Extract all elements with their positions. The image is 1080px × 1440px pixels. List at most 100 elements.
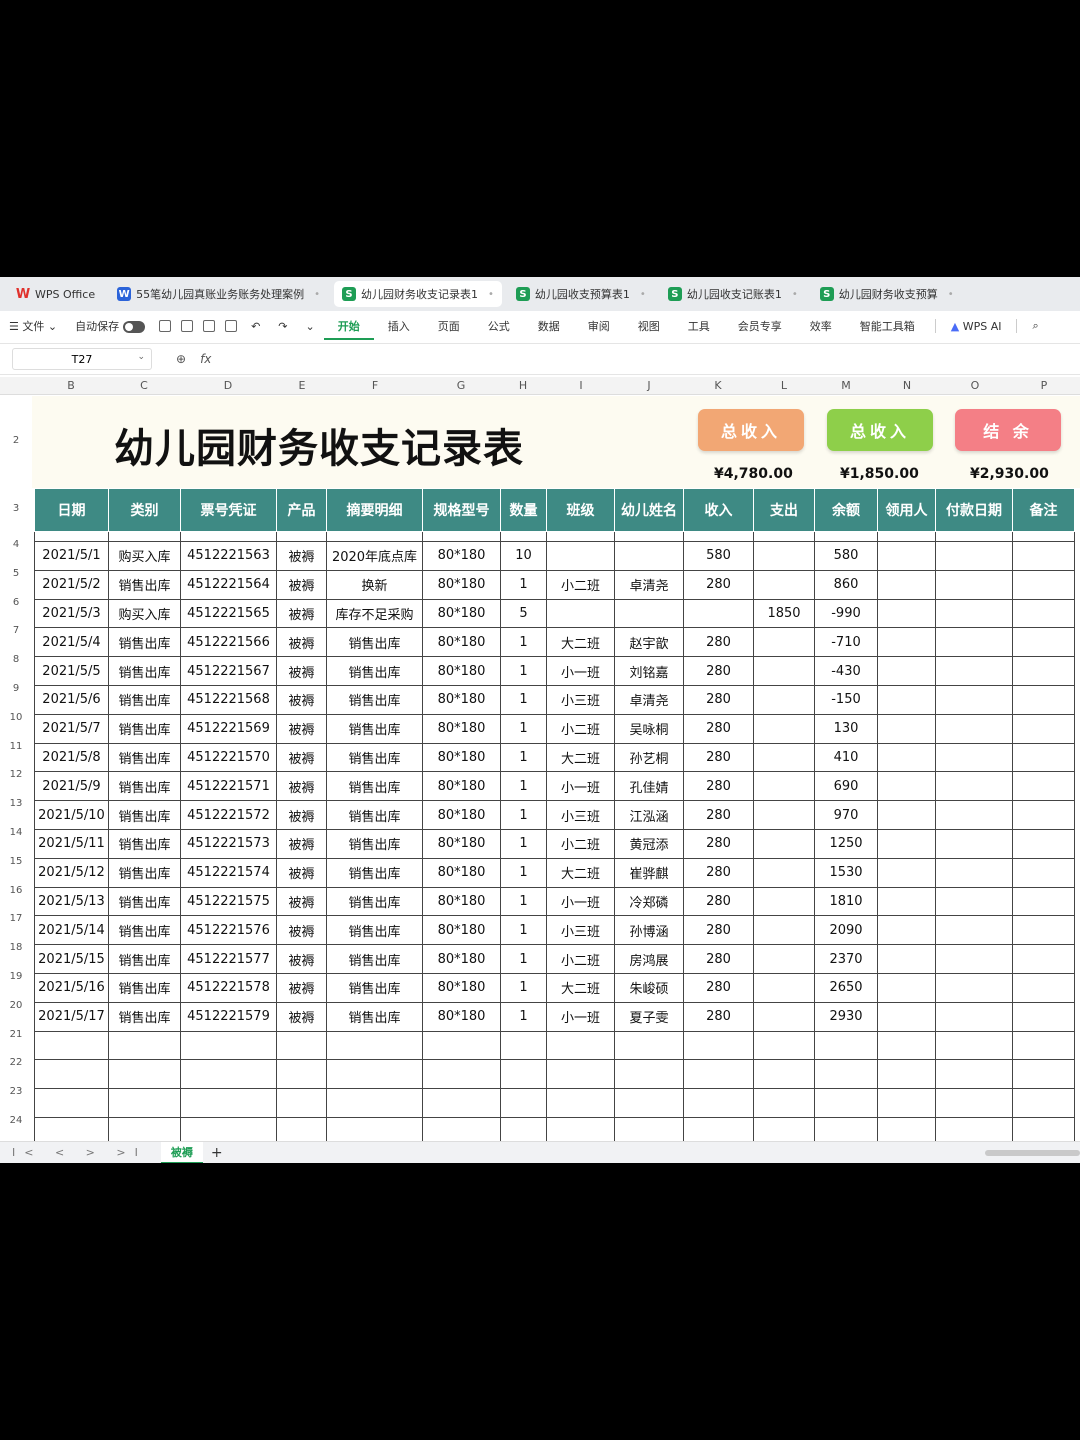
- table-cell[interactable]: 1: [500, 742, 547, 773]
- column-label-H[interactable]: H: [519, 379, 527, 392]
- menu-tab-2[interactable]: 页面: [424, 318, 474, 334]
- table-cell[interactable]: 大二班: [546, 627, 615, 658]
- table-cell[interactable]: [814, 1030, 878, 1061]
- undo-icon[interactable]: ↶: [242, 320, 269, 333]
- table-cell[interactable]: 孙艺桐: [614, 742, 684, 773]
- table-cell[interactable]: [326, 1030, 423, 1061]
- table-cell[interactable]: 4512221566: [180, 627, 277, 658]
- table-cell[interactable]: 2370: [814, 944, 878, 974]
- table-cell[interactable]: [1012, 915, 1075, 946]
- table-cell[interactable]: [1012, 1059, 1075, 1090]
- table-cell[interactable]: [935, 684, 1013, 715]
- table-cell[interactable]: 280: [683, 684, 754, 715]
- table-cell[interactable]: 2021/5/8: [34, 742, 109, 773]
- table-cell[interactable]: 被褥: [276, 800, 327, 830]
- row-number[interactable]: 12: [0, 769, 32, 780]
- column-header-cell[interactable]: 产品: [276, 488, 327, 532]
- tab-close-icon[interactable]: •: [948, 289, 954, 300]
- row-number[interactable]: 17: [0, 913, 32, 924]
- table-cell[interactable]: 280: [683, 1001, 754, 1032]
- column-header-cell[interactable]: 付款日期: [935, 488, 1013, 532]
- table-cell[interactable]: [546, 541, 615, 571]
- document-tab-0[interactable]: W WPS Office: [8, 281, 103, 307]
- table-cell[interactable]: [935, 569, 1013, 600]
- row-number[interactable]: 4: [0, 539, 32, 550]
- table-cell[interactable]: [814, 1088, 878, 1118]
- table-cell[interactable]: [1012, 800, 1075, 830]
- table-cell[interactable]: [276, 1088, 327, 1118]
- table-cell[interactable]: [935, 915, 1013, 946]
- table-cell[interactable]: 280: [683, 569, 754, 600]
- table-cell[interactable]: [877, 771, 936, 802]
- row-number[interactable]: 6: [0, 597, 32, 608]
- table-cell[interactable]: 销售出库: [326, 684, 423, 715]
- table-cell[interactable]: [935, 598, 1013, 629]
- table-cell[interactable]: 1: [500, 627, 547, 658]
- table-cell[interactable]: 80*180: [422, 857, 501, 888]
- table-cell[interactable]: [276, 1030, 327, 1061]
- column-header-cell[interactable]: 班级: [546, 488, 615, 532]
- column-label-D[interactable]: D: [224, 379, 232, 392]
- table-cell[interactable]: [1012, 598, 1075, 629]
- table-cell[interactable]: [877, 1088, 936, 1118]
- row-number[interactable]: 18: [0, 942, 32, 953]
- table-cell[interactable]: [753, 713, 815, 744]
- table-cell[interactable]: 夏子雯: [614, 1001, 684, 1032]
- table-cell[interactable]: [877, 656, 936, 686]
- table-cell[interactable]: 280: [683, 800, 754, 830]
- table-cell[interactable]: [1012, 569, 1075, 600]
- table-cell[interactable]: [1012, 1030, 1075, 1061]
- table-cell[interactable]: 小二班: [546, 944, 615, 974]
- table-cell[interactable]: 小一班: [546, 656, 615, 686]
- table-cell[interactable]: [935, 1059, 1013, 1090]
- column-header-cell[interactable]: 规格型号: [422, 488, 501, 532]
- row-number[interactable]: 22: [0, 1057, 32, 1068]
- autosave-toggle[interactable]: 自动保存: [66, 318, 154, 334]
- table-cell[interactable]: [1012, 1001, 1075, 1032]
- preview-icon[interactable]: [225, 320, 238, 332]
- table-cell[interactable]: 库存不足采购: [326, 598, 423, 629]
- table-cell[interactable]: 80*180: [422, 742, 501, 773]
- table-cell[interactable]: 4512221569: [180, 713, 277, 744]
- table-cell[interactable]: 1: [500, 656, 547, 686]
- table-cell[interactable]: 被褥: [276, 828, 327, 859]
- table-cell[interactable]: [935, 1088, 1013, 1118]
- table-cell[interactable]: 被褥: [276, 742, 327, 773]
- name-box[interactable]: T27 ⌄: [12, 348, 152, 370]
- table-cell[interactable]: [108, 1030, 181, 1061]
- redo-icon[interactable]: ↷: [269, 320, 296, 333]
- table-cell[interactable]: 购买入库: [108, 541, 181, 571]
- table-cell[interactable]: [326, 1088, 423, 1118]
- tab-close-icon[interactable]: •: [640, 289, 646, 300]
- row-number[interactable]: 14: [0, 827, 32, 838]
- column-label-P[interactable]: P: [1041, 379, 1048, 392]
- menu-tab-3[interactable]: 公式: [474, 318, 524, 334]
- document-tab-4[interactable]: S 幼儿园收支记账表1 •: [660, 281, 806, 307]
- table-cell[interactable]: 860: [814, 569, 878, 600]
- table-cell[interactable]: [753, 627, 815, 658]
- table-cell[interactable]: [877, 598, 936, 629]
- table-cell[interactable]: [753, 944, 815, 974]
- table-cell[interactable]: 80*180: [422, 569, 501, 600]
- table-cell[interactable]: 被褥: [276, 1001, 327, 1032]
- table-cell[interactable]: 4512221570: [180, 742, 277, 773]
- table-cell[interactable]: [877, 1001, 936, 1032]
- table-cell[interactable]: 2021/5/16: [34, 972, 109, 1003]
- document-tab-3[interactable]: S 幼儿园收支预算表1 •: [508, 281, 654, 307]
- column-header-cell[interactable]: 领用人: [877, 488, 936, 532]
- table-cell[interactable]: 孔佳婧: [614, 771, 684, 802]
- column-header-cell[interactable]: 余额: [814, 488, 878, 532]
- table-cell[interactable]: [935, 857, 1013, 888]
- table-cell[interactable]: 690: [814, 771, 878, 802]
- table-cell[interactable]: [500, 1088, 547, 1118]
- table-cell[interactable]: 4512221567: [180, 656, 277, 686]
- table-cell[interactable]: [877, 541, 936, 571]
- menu-tab-7[interactable]: 工具: [674, 318, 724, 334]
- table-cell[interactable]: 4512221579: [180, 1001, 277, 1032]
- table-cell[interactable]: 大二班: [546, 972, 615, 1003]
- table-cell[interactable]: 被褥: [276, 944, 327, 974]
- table-cell[interactable]: 2930: [814, 1001, 878, 1032]
- table-cell[interactable]: 280: [683, 713, 754, 744]
- table-cell[interactable]: 被褥: [276, 598, 327, 629]
- table-cell[interactable]: [422, 1059, 501, 1090]
